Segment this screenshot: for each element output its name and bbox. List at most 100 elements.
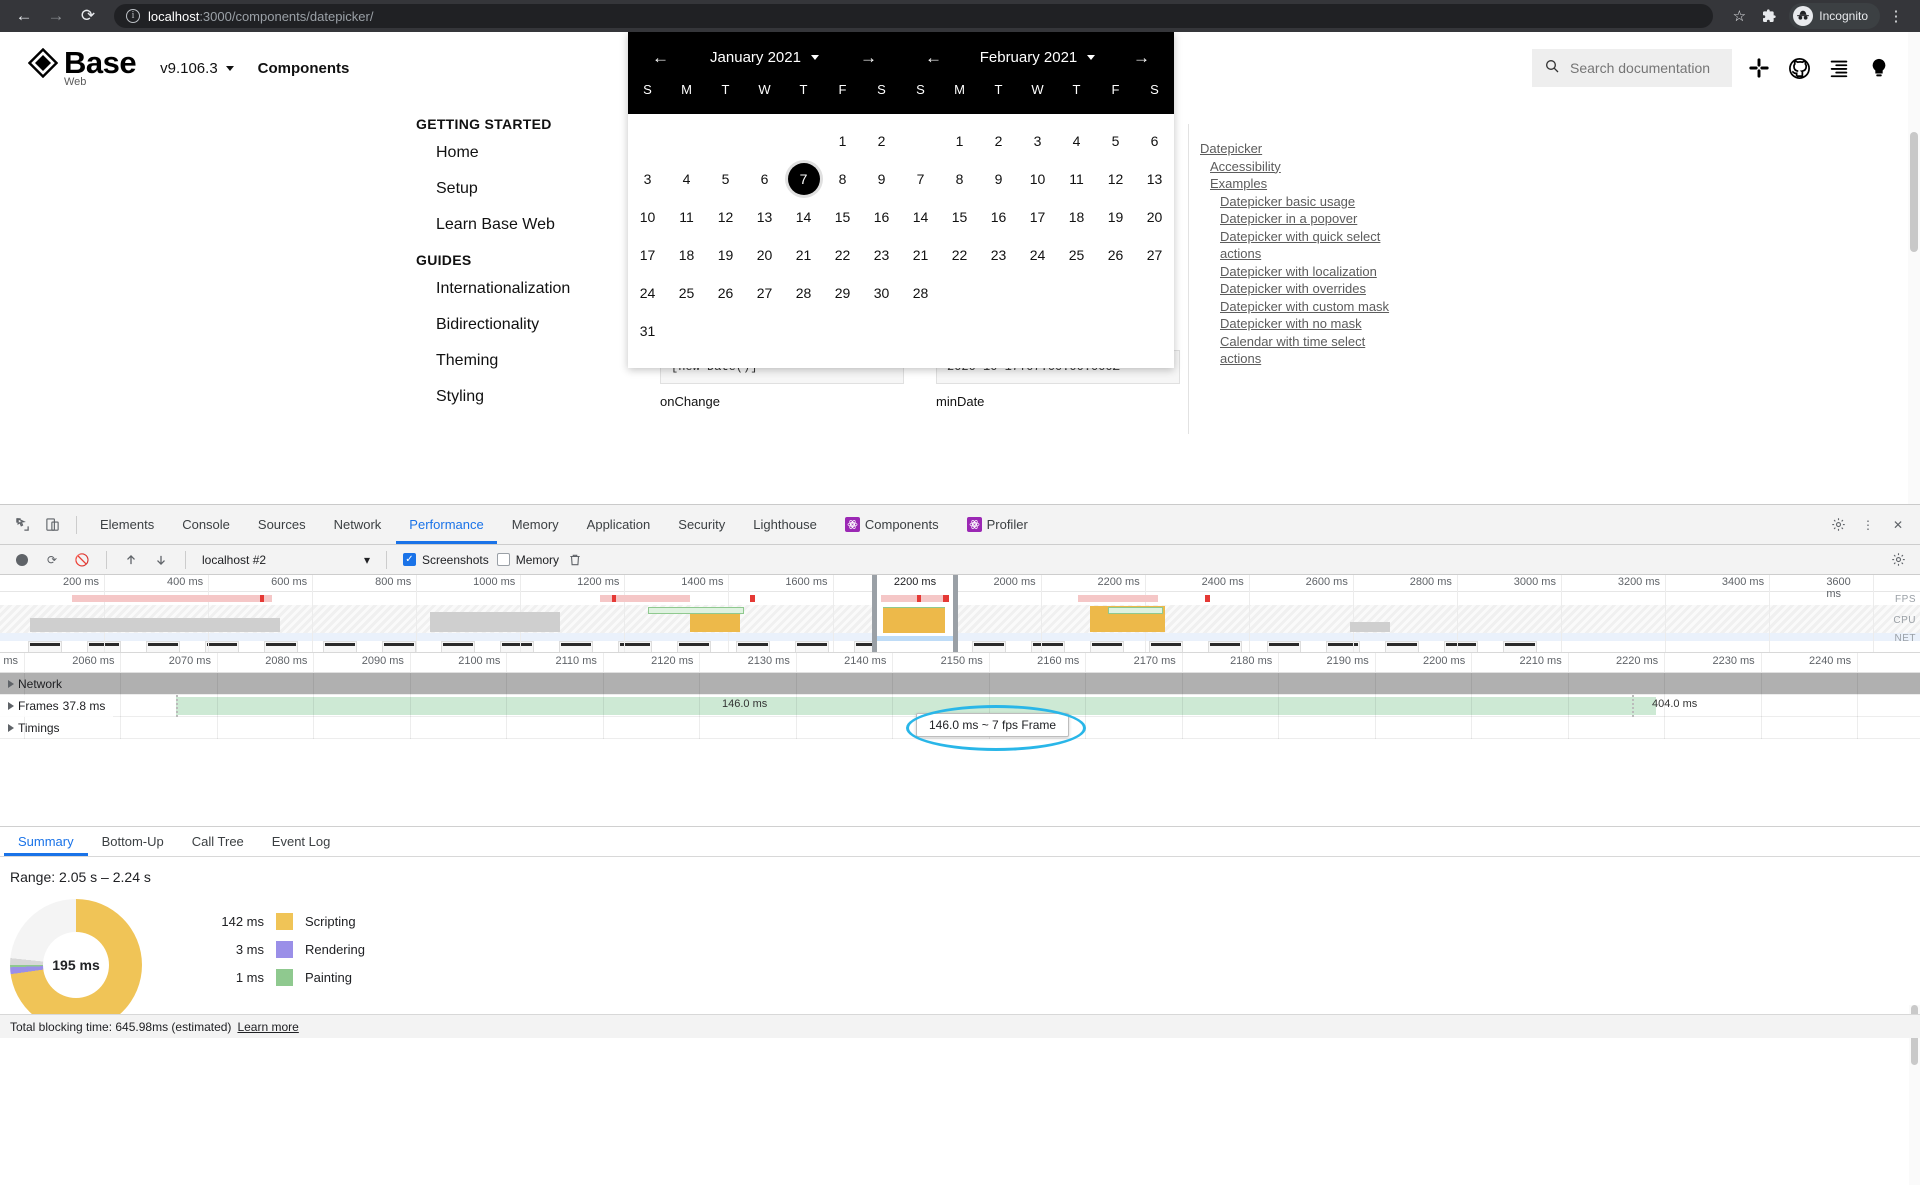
calendar-day-1[interactable]: 1 bbox=[940, 122, 979, 160]
filmstrip-thumbnail[interactable] bbox=[618, 641, 652, 652]
inspect-element-icon[interactable] bbox=[8, 512, 36, 538]
filmstrip-thumbnail[interactable] bbox=[1385, 641, 1419, 652]
reload-and-record-button[interactable]: ⟳ bbox=[38, 547, 66, 573]
calendar-day-15[interactable]: 15 bbox=[940, 198, 979, 236]
nav-link-setup[interactable]: Setup bbox=[436, 180, 640, 198]
calendar-day-6[interactable]: 6 bbox=[745, 160, 784, 198]
calendar-day-24[interactable]: 24 bbox=[628, 274, 667, 312]
tab-sources[interactable]: Sources bbox=[245, 505, 319, 544]
nav-link-styling[interactable]: Styling bbox=[436, 388, 640, 406]
filmstrip-thumbnail[interactable] bbox=[559, 641, 593, 652]
forward-button[interactable]: → bbox=[42, 2, 70, 30]
track-network-header[interactable]: Network bbox=[0, 673, 70, 695]
calendar-day-29[interactable]: 29 bbox=[823, 274, 862, 312]
devtools-close-icon[interactable]: ✕ bbox=[1884, 512, 1912, 538]
calendar-day-20[interactable]: 20 bbox=[745, 236, 784, 274]
toc-link-quick-select[interactable]: Datepicker with quick select actions bbox=[1220, 228, 1390, 263]
filmstrip-thumbnail[interactable] bbox=[1326, 641, 1360, 652]
screenshots-checkbox[interactable]: ✓ Screenshots bbox=[403, 553, 489, 567]
calendar-day-20[interactable]: 20 bbox=[1135, 198, 1174, 236]
track-timings[interactable]: Timings 146.0 ms ~ 7 fps Frame bbox=[0, 705, 1920, 751]
slack-icon[interactable] bbox=[1746, 55, 1772, 81]
tab-security[interactable]: Security bbox=[665, 505, 738, 544]
nav-link-bidirectionality[interactable]: Bidirectionality bbox=[436, 316, 640, 334]
next-month-icon-1[interactable]: → bbox=[860, 49, 877, 66]
search-box[interactable] bbox=[1532, 49, 1732, 87]
filmstrip-thumbnail[interactable] bbox=[1444, 641, 1478, 652]
nav-link-home[interactable]: Home bbox=[436, 144, 640, 162]
toc-link-calendar-time[interactable]: Calendar with time select actions bbox=[1220, 333, 1390, 368]
puzzle-extensions-icon[interactable] bbox=[1755, 2, 1783, 30]
calendar-day-8[interactable]: 8 bbox=[940, 160, 979, 198]
filmstrip-thumbnail[interactable] bbox=[972, 641, 1006, 652]
settings-gear-icon[interactable] bbox=[1824, 512, 1852, 538]
expand-triangle-icon-frames[interactable] bbox=[8, 702, 14, 710]
collect-garbage-icon[interactable] bbox=[561, 547, 589, 573]
filmstrip-thumbnail[interactable] bbox=[1031, 641, 1065, 652]
toc-link-accessibility[interactable]: Accessibility bbox=[1210, 158, 1390, 176]
calendar-day-18[interactable]: 18 bbox=[667, 236, 706, 274]
toc-link-basic-usage[interactable]: Datepicker basic usage bbox=[1220, 193, 1390, 211]
toc-link-localization[interactable]: Datepicker with localization bbox=[1220, 263, 1390, 281]
calendar-day-10[interactable]: 10 bbox=[1018, 160, 1057, 198]
nav-link-learn-base-web[interactable]: Learn Base Web bbox=[436, 216, 640, 234]
calendar-day-6[interactable]: 6 bbox=[1135, 122, 1174, 160]
calendar-day-14[interactable]: 14 bbox=[784, 198, 823, 236]
calendar-day-25[interactable]: 25 bbox=[667, 274, 706, 312]
prev-month-icon[interactable]: ← bbox=[652, 49, 669, 66]
calendar-day-25[interactable]: 25 bbox=[1057, 236, 1096, 274]
device-toolbar-icon[interactable] bbox=[38, 512, 66, 538]
save-profile-button[interactable] bbox=[147, 547, 175, 573]
filmstrip-thumbnail[interactable] bbox=[1090, 641, 1124, 652]
calendar-day-5[interactable]: 5 bbox=[706, 160, 745, 198]
nav-link-theming[interactable]: Theming bbox=[436, 352, 640, 370]
calendar-day-22[interactable]: 22 bbox=[940, 236, 979, 274]
clear-recording-button[interactable]: 🚫 bbox=[68, 547, 96, 573]
calendar-day-30[interactable]: 30 bbox=[862, 274, 901, 312]
toc-link-examples[interactable]: Examples bbox=[1210, 175, 1390, 193]
github-icon[interactable] bbox=[1786, 55, 1812, 81]
tab-elements[interactable]: Elements bbox=[87, 505, 167, 544]
tab-network[interactable]: Network bbox=[321, 505, 395, 544]
site-info-icon[interactable]: i bbox=[126, 9, 140, 23]
calendar-day-18[interactable]: 18 bbox=[1057, 198, 1096, 236]
calendar-day-31[interactable]: 31 bbox=[628, 312, 667, 350]
calendar-day-14[interactable]: 14 bbox=[901, 198, 940, 236]
tab-summary[interactable]: Summary bbox=[4, 827, 88, 856]
filmstrip-thumbnail[interactable] bbox=[441, 641, 475, 652]
toc-link-popover[interactable]: Datepicker in a popover bbox=[1220, 210, 1390, 228]
tab-performance[interactable]: Performance bbox=[396, 505, 496, 544]
expand-triangle-icon-timings[interactable] bbox=[8, 724, 14, 732]
overview-selection-window[interactable]: 2200 ms bbox=[872, 575, 958, 652]
calendar-day-8[interactable]: 8 bbox=[823, 160, 862, 198]
target-select[interactable]: localhost #2 ▾ bbox=[196, 553, 376, 567]
page-scrollbar[interactable] bbox=[1908, 32, 1920, 504]
reload-button[interactable]: ⟳ bbox=[74, 2, 102, 30]
calendar-day-16[interactable]: 16 bbox=[979, 198, 1018, 236]
calendar-day-4[interactable]: 4 bbox=[667, 160, 706, 198]
calendar-day-27[interactable]: 27 bbox=[1135, 236, 1174, 274]
base-web-logo[interactable]: Base Web bbox=[27, 47, 137, 88]
calendar-day-7[interactable]: 7 bbox=[784, 160, 823, 198]
track-timings-header[interactable]: Timings bbox=[0, 717, 68, 739]
chrome-menu-icon[interactable]: ⋮ bbox=[1882, 2, 1910, 30]
next-month-icon-2[interactable]: → bbox=[1133, 49, 1150, 66]
track-frames-header[interactable]: Frames 37.8 ms bbox=[0, 695, 114, 717]
month-dropdown-icon-2[interactable] bbox=[1087, 54, 1096, 60]
filmstrip-thumbnail[interactable] bbox=[28, 641, 62, 652]
filmstrip-thumbnail[interactable] bbox=[1208, 641, 1242, 652]
version-selector[interactable]: v9.106.3 bbox=[160, 60, 234, 77]
tab-call-tree[interactable]: Call Tree bbox=[178, 827, 258, 856]
capture-settings-gear-icon[interactable] bbox=[1884, 547, 1912, 573]
calendar-day-23[interactable]: 23 bbox=[979, 236, 1018, 274]
month-dropdown-icon[interactable] bbox=[810, 54, 819, 60]
theme-lightbulb-icon[interactable] bbox=[1866, 55, 1892, 81]
calendar-day-15[interactable]: 15 bbox=[823, 198, 862, 236]
tab-memory[interactable]: Memory bbox=[499, 505, 572, 544]
filmstrip-thumbnail[interactable] bbox=[795, 641, 829, 652]
calendar-day-9[interactable]: 9 bbox=[979, 160, 1018, 198]
tab-lighthouse[interactable]: Lighthouse bbox=[740, 505, 830, 544]
calendar-day-17[interactable]: 17 bbox=[1018, 198, 1057, 236]
filmstrip-thumbnail[interactable] bbox=[1267, 641, 1301, 652]
filmstrip-thumbnail[interactable] bbox=[205, 641, 239, 652]
